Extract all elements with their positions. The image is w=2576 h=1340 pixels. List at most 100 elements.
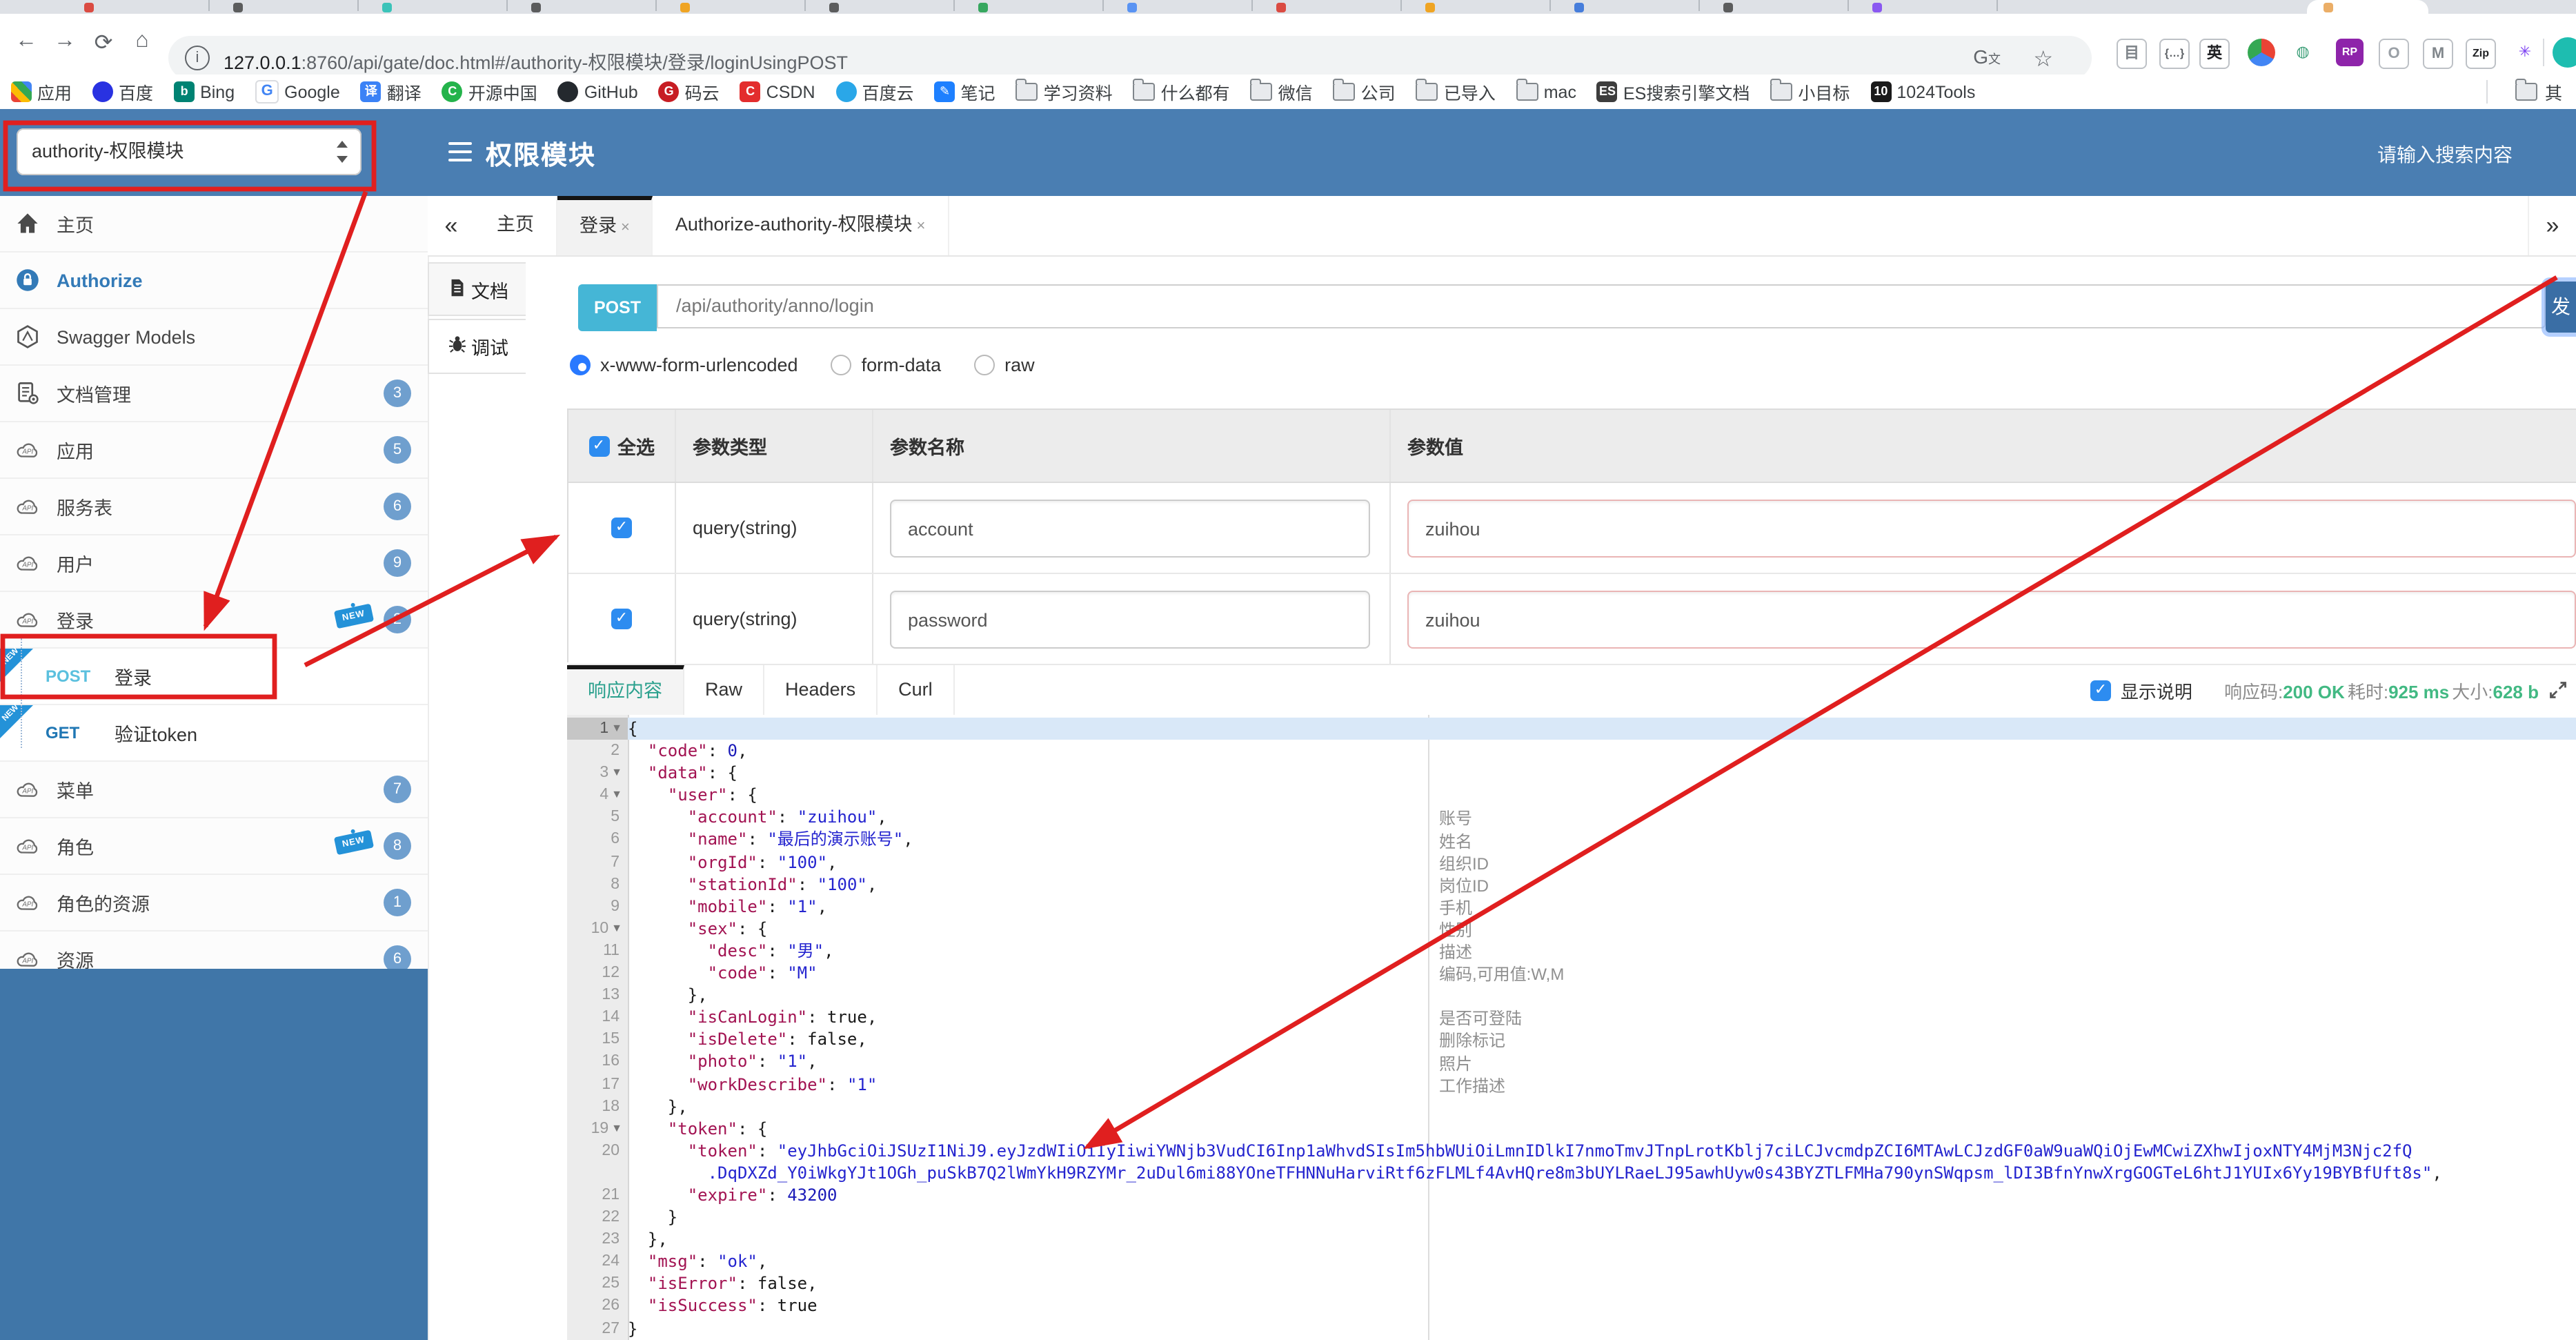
translate-icon[interactable]: G文	[1973, 46, 2001, 68]
omnibox[interactable]: i 127.0.0.1:8760/api/gate/doc.html#/auth…	[168, 36, 2092, 80]
bookmark-item[interactable]: 什么都有	[1133, 79, 1230, 105]
doc-icon	[446, 277, 467, 302]
code-line: 1 ▼{	[567, 718, 2576, 740]
param-type: query(string)	[676, 483, 873, 573]
bookmark-item[interactable]: C CSDN	[740, 81, 815, 102]
m-icon[interactable]: M	[2423, 39, 2453, 69]
view-tab-debug[interactable]: 调试	[428, 319, 526, 374]
home-icon[interactable]: ⌂	[127, 29, 157, 54]
sidebar-item[interactable]: 文档管理 3	[0, 366, 428, 422]
bookmark-item[interactable]: mac	[1516, 79, 1576, 101]
bookmark-item[interactable]: 百度	[92, 79, 153, 105]
bookmark-item[interactable]: 公司	[1333, 79, 1396, 105]
sidebar-item[interactable]: API 用户 9	[0, 535, 428, 592]
tabs-scroll-right-icon[interactable]: »	[2528, 196, 2576, 255]
sidebar-item[interactable]: API 应用 5	[0, 422, 428, 479]
line-number: 1 ▼	[567, 718, 628, 740]
bookmark-item[interactable]: 学习资料	[1015, 79, 1113, 105]
content-tab[interactable]: 登录 ×	[557, 196, 653, 255]
line-number: 9	[611, 898, 620, 915]
asterisk-icon[interactable]: ✳	[2511, 39, 2539, 66]
sidebar-item[interactable]: API 菜单 7	[0, 762, 428, 818]
response-tab[interactable]: Raw	[684, 665, 765, 715]
expand-icon[interactable]	[2548, 680, 2568, 700]
bookmark-item[interactable]: 已导入	[1416, 79, 1496, 105]
bookmark-item[interactable]: b Bing	[174, 81, 235, 102]
line-number	[567, 1162, 628, 1184]
module-select[interactable]: authority-权限模块	[17, 128, 361, 175]
browser-tab-strip[interactable]	[0, 0, 2576, 14]
sidebar-endpoint-post[interactable]: NEW POST 登录	[0, 647, 428, 705]
bookmark-item[interactable]: ✎ 笔记	[934, 79, 995, 105]
code-line: 13 },	[567, 984, 2576, 1006]
cloud-icon: API	[15, 494, 40, 519]
param-value-input[interactable]: zuihou	[1407, 590, 2576, 648]
content-tab[interactable]: Authorize-authority-权限模块 ×	[653, 196, 949, 255]
close-tab-icon[interactable]: ×	[917, 218, 926, 235]
param-checkbox[interactable]: ✓	[611, 609, 632, 629]
bookmark-item[interactable]: 百度云	[835, 79, 914, 105]
o-icon[interactable]: O	[2379, 39, 2409, 69]
response-body-editor[interactable]: 1 ▼{2 "code": 0, 3 ▼ "data": {4 ▼ "user": {5…	[567, 715, 2576, 1340]
bookmark-favicon: b	[174, 81, 195, 102]
bookmark-label: Google	[284, 82, 340, 101]
body-type-radio[interactable]: raw	[974, 355, 1035, 375]
tab-favicon	[1276, 3, 1286, 12]
bookmark-item[interactable]: G Google	[255, 80, 340, 104]
bookmark-item[interactable]: GitHub	[557, 81, 638, 102]
tabs-scroll-left-icon[interactable]: «	[428, 196, 475, 255]
bookmark-item[interactable]: 小目标	[1770, 79, 1850, 105]
sidebar-item[interactable]: Swagger Models	[0, 309, 428, 366]
line-number: 3 ▼	[600, 765, 622, 782]
cloud-icon: API	[15, 777, 40, 802]
param-value-input[interactable]: zuihou	[1407, 499, 2576, 557]
view-tab-doc[interactable]: 文档	[428, 262, 526, 316]
reload-icon[interactable]: ⟳	[88, 29, 119, 57]
gitzip-icon[interactable]: Zip	[2466, 39, 2496, 69]
bookmark-item[interactable]: 译翻译	[360, 79, 422, 105]
sidebar-item[interactable]: Authorize	[0, 253, 428, 309]
avatar[interactable]	[2553, 37, 2576, 68]
line-number: 18	[602, 1098, 620, 1115]
body-type-radio[interactable]: x-www-form-urlencoded	[570, 355, 798, 375]
chrome-icon[interactable]	[2248, 39, 2275, 66]
content-tab[interactable]: 主页	[475, 196, 557, 255]
rp-icon[interactable]: RP	[2336, 39, 2364, 66]
site-info-icon[interactable]: i	[185, 46, 210, 70]
body-type-radio[interactable]: form-data	[831, 355, 941, 375]
bookmark-item[interactable]: ES ES搜索引擎文档	[1596, 79, 1750, 105]
translate-en-icon[interactable]: 英	[2199, 39, 2230, 69]
sidebar-item[interactable]: API 角色 NEW 8	[0, 818, 428, 875]
close-tab-icon[interactable]: ×	[621, 219, 630, 236]
sidebar-item[interactable]: API 服务表 6	[0, 479, 428, 535]
send-button[interactable]: 发	[2546, 282, 2576, 333]
braces-icon[interactable]: {…}	[2159, 39, 2190, 69]
select-all-checkbox[interactable]: ✓	[588, 435, 609, 456]
code-line: 4 ▼ "user": {	[567, 785, 2576, 807]
param-checkbox[interactable]: ✓	[611, 518, 632, 538]
other-bookmarks[interactable]: 其	[2515, 75, 2562, 109]
param-name-input[interactable]: password	[890, 590, 1370, 648]
header-search-placeholder[interactable]: 请输入搜索内容	[2377, 141, 2513, 168]
show-desc-checkbox[interactable]: ✓	[2090, 680, 2111, 700]
response-tab[interactable]: 响应内容	[567, 665, 684, 715]
bookmark-item[interactable]: G 码云	[658, 79, 720, 105]
forward-icon[interactable]: →	[50, 29, 80, 54]
globe-icon[interactable]: ◍	[2289, 39, 2317, 66]
response-tab[interactable]: Curl	[878, 665, 955, 715]
hamburger-icon[interactable]	[448, 142, 472, 166]
bookmark-star-icon[interactable]: ☆	[2033, 46, 2053, 73]
back-icon[interactable]: ←	[11, 29, 41, 54]
page-icon[interactable]: 目	[2117, 39, 2147, 69]
bookmark-item[interactable]: 10 1024Tools	[1870, 81, 1975, 102]
sidebar-item[interactable]: 主页	[0, 196, 428, 253]
bookmark-item[interactable]: 应用	[11, 79, 72, 105]
response-tab[interactable]: Headers	[764, 665, 878, 715]
bookmark-item[interactable]: C 开源中国	[442, 79, 537, 105]
sidebar-item[interactable]: API 登录 NEW 2	[0, 592, 428, 649]
url-text[interactable]: 127.0.0.1:8760/api/gate/doc.html#/author…	[224, 47, 848, 75]
param-name-input[interactable]: account	[890, 499, 1370, 557]
bookmark-item[interactable]: 微信	[1250, 79, 1313, 105]
sidebar-endpoint-get[interactable]: NEW GET 验证token	[0, 704, 428, 762]
sidebar-item[interactable]: API 角色的资源 1	[0, 875, 428, 932]
